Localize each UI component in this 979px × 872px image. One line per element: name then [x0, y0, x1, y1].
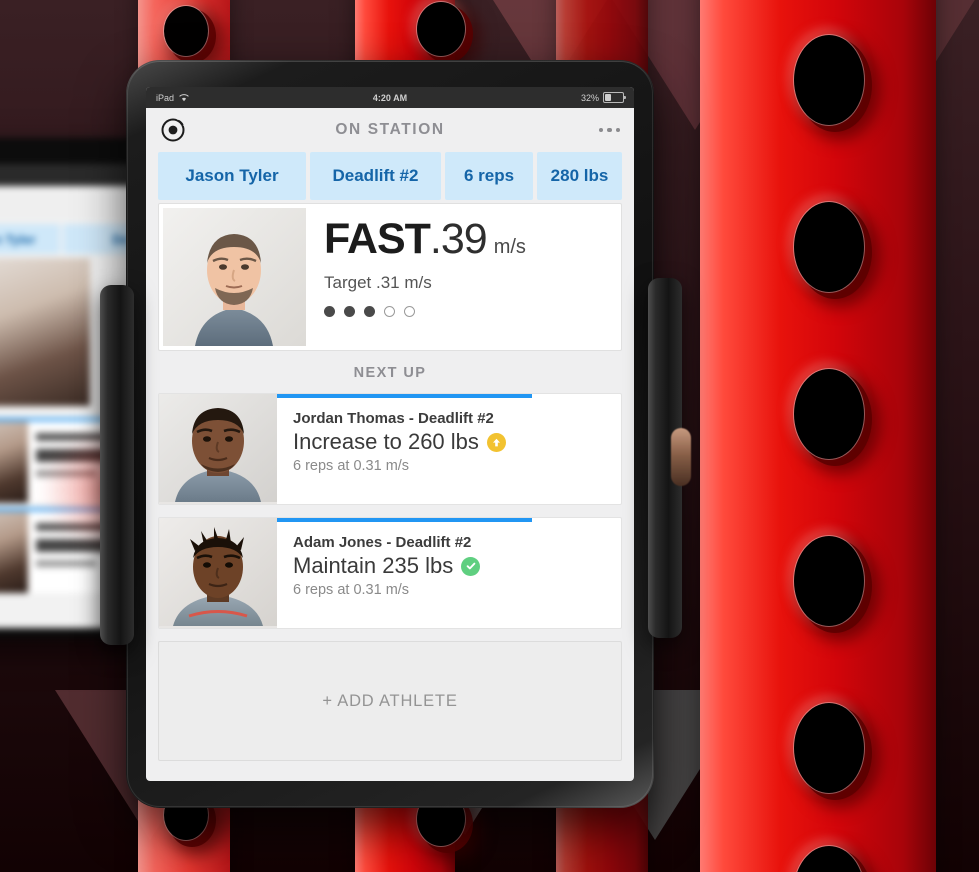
check-badge-icon: [461, 556, 481, 576]
rack-hole: [417, 2, 465, 56]
kebab-menu-icon[interactable]: [598, 127, 620, 133]
athlete-progress-bar: [277, 394, 532, 398]
rack-hole: [794, 369, 864, 459]
rack-hole: [164, 6, 208, 56]
status-bar-right: 32%: [580, 92, 626, 103]
page-title: ON STATION: [335, 121, 445, 138]
tablet-mount-arm-right: [648, 278, 691, 638]
app-content: Jason Tyler Deadlift #2 6 reps 280 lbs F…: [146, 152, 634, 781]
secondary-photo: [0, 421, 28, 503]
tablet-device: iPad 4:20 AM 32% ON STATION Jason Tyler …: [126, 60, 654, 808]
athlete-details: Jordan Thomas - Deadlift #2 Increase to …: [277, 394, 621, 504]
velocity-unit: m/s: [493, 236, 526, 258]
battery-icon: [603, 92, 626, 103]
athlete-prescription: 6 reps at 0.31 m/s: [293, 582, 410, 598]
rack-hole: [794, 703, 864, 793]
pill-exercise[interactable]: Deadlift #2: [310, 152, 441, 200]
add-athlete-button[interactable]: + ADD ATHLETE: [158, 641, 622, 761]
athlete-name-exercise: Jordan Thomas - Deadlift #2: [293, 410, 494, 427]
secondary-photo: [0, 258, 90, 406]
ios-status-bar: iPad 4:20 AM 32%: [146, 87, 634, 108]
battery-percent-label: 32%: [580, 92, 599, 103]
arrow-up-badge-icon: [486, 432, 506, 452]
rack-hole: [794, 846, 864, 872]
target-velocity-label: Target .31 m/s: [324, 273, 432, 292]
tablet-screen: iPad 4:20 AM 32% ON STATION Jason Tyler …: [146, 87, 634, 781]
rep-dot: [364, 306, 375, 317]
next-up-athlete-card[interactable]: Adam Jones - Deadlift #2 Maintain 235 lb…: [158, 517, 622, 629]
app-header: ON STATION: [146, 108, 634, 152]
athlete-photo: [159, 518, 277, 628]
on-station-athlete-photo: [163, 208, 306, 346]
rack-hole: [794, 536, 864, 626]
athlete-photo: [159, 394, 277, 504]
athlete-action: Increase to 260 lbs: [293, 429, 621, 455]
athlete-action-label: Maintain 235 lbs: [293, 553, 454, 578]
rep-progress-dots: [324, 306, 621, 317]
rep-dot: [404, 306, 415, 317]
background-scene: Jason Tyler De: [0, 0, 979, 872]
status-bar-time: 4:20 AM: [372, 92, 408, 103]
rack-upright-front: [700, 0, 936, 872]
secondary-photo: [0, 511, 28, 593]
athlete-prescription: 6 reps at 0.31 m/s: [293, 458, 410, 474]
rep-dot: [324, 306, 335, 317]
secondary-pill: Jason Tyler: [0, 224, 60, 254]
rep-dot: [384, 306, 395, 317]
velocity-value: .39: [429, 215, 488, 263]
pill-athlete-name[interactable]: Jason Tyler: [158, 152, 306, 200]
athlete-action: Maintain 235 lbs: [293, 553, 621, 579]
rack-hole: [794, 35, 864, 125]
next-up-title: NEXT UP: [353, 365, 427, 381]
rep-dot: [344, 306, 355, 317]
pill-weight[interactable]: 280 lbs: [537, 152, 622, 200]
athlete-details: Adam Jones - Deadlift #2 Maintain 235 lb…: [277, 518, 621, 628]
next-up-athlete-card[interactable]: Jordan Thomas - Deadlift #2 Increase to …: [158, 393, 622, 505]
velocity-line: FAST .39 m/s: [324, 218, 621, 261]
on-station-velocity-readout: FAST .39 m/s Target .31 m/s: [306, 204, 621, 350]
on-station-card: FAST .39 m/s Target .31 m/s: [158, 203, 622, 351]
rack-hole: [794, 202, 864, 292]
athlete-name-exercise: Adam Jones - Deadlift #2: [293, 534, 472, 551]
tablet-mount-arm-left: [100, 285, 134, 645]
mount-knob: [671, 428, 691, 486]
athlete-action-label: Increase to 260 lbs: [293, 429, 479, 454]
pill-reps[interactable]: 6 reps: [445, 152, 533, 200]
athlete-progress-bar: [277, 518, 532, 522]
on-station-pills: Jason Tyler Deadlift #2 6 reps 280 lbs: [158, 152, 622, 200]
velocity-rating: FAST: [324, 215, 431, 263]
